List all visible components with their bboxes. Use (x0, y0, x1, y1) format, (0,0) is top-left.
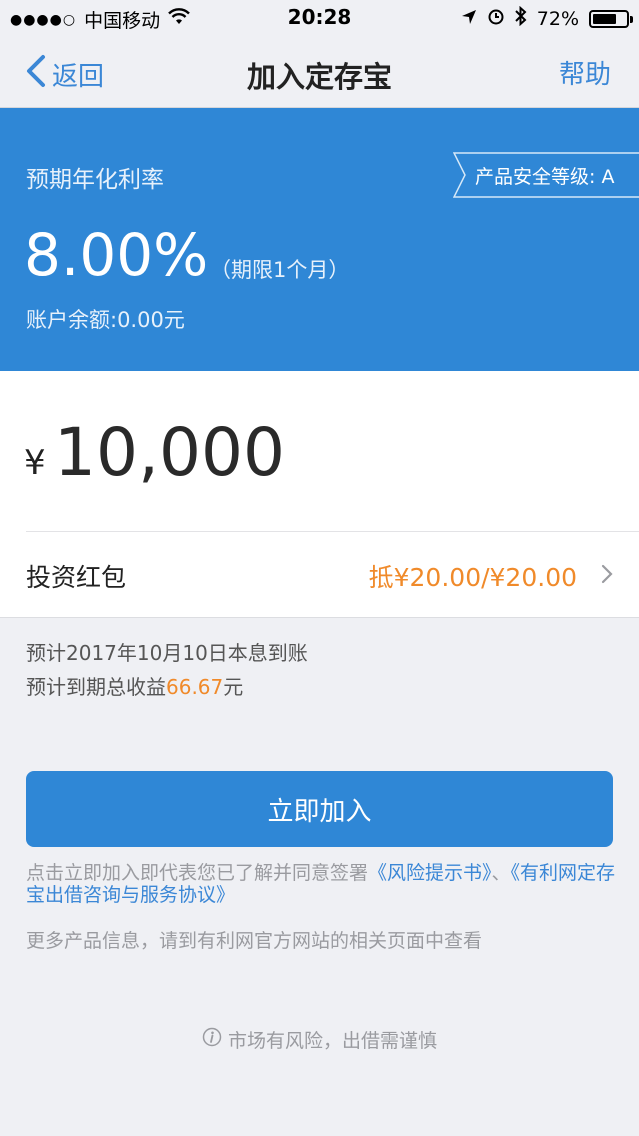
more-info-text: 更多产品信息，请到有利网官方网站的相关页面中查看 (26, 930, 483, 952)
safety-level-label: 产品安全等级: A (475, 166, 615, 188)
rate-term: （期限1个月） (210, 258, 350, 282)
alarm-icon (487, 7, 505, 30)
nav-bar: 返回 加入定存宝 帮助 (0, 36, 639, 108)
status-right: 72% (461, 5, 633, 31)
page-title: 加入定存宝 (246, 60, 392, 94)
join-now-button[interactable]: 立即加入 (26, 771, 613, 847)
account-balance: 账户余额:0.00元 (26, 308, 185, 332)
estimate-info: 预计2017年10月10日本息到账 预计到期总收益66.67元 (26, 636, 308, 704)
location-arrow-icon (461, 8, 477, 30)
coupon-row[interactable]: 投资红包 抵¥20.00/¥20.00 (0, 532, 639, 617)
rate-label: 预期年化利率 (26, 167, 164, 193)
estimate-arrival: 预计2017年10月10日本息到账 (26, 641, 308, 665)
amount-input[interactable]: 10,000 (54, 416, 285, 490)
bluetooth-icon (515, 5, 527, 31)
coupon-value: 抵¥20.00/¥20.00 (368, 563, 577, 592)
divider (0, 617, 639, 618)
chevron-right-icon (601, 564, 613, 588)
rate-value: 8.00% (24, 221, 209, 289)
help-button[interactable]: 帮助 (559, 54, 611, 91)
status-bar: ●●●●○ 中国移动 20:28 72% (0, 0, 639, 36)
estimate-income-value: 66.67 (166, 675, 224, 699)
amount-panel: ¥ 10,000 投资红包 抵¥20.00/¥20.00 (0, 371, 639, 617)
risk-notice-label: 市场有风险，出借需谨慎 (227, 1030, 437, 1052)
safety-level-badge: 产品安全等级: A (453, 152, 639, 198)
agreement-separator: 、 (491, 862, 511, 884)
currency-symbol: ¥ (24, 443, 46, 483)
info-icon (202, 1027, 222, 1052)
battery-fill (593, 13, 616, 24)
coupon-label: 投资红包 (26, 563, 127, 592)
rate-hero: 预期年化利率 产品安全等级: A 8.00% （期限1个月） 账户余额:0.00… (0, 108, 639, 371)
risk-notice: 市场有风险，出借需谨慎 (0, 1026, 639, 1053)
battery-percent: 72% (536, 7, 579, 30)
estimate-income-suffix: 元 (223, 675, 244, 699)
risk-notice-link[interactable]: 《风险提示书》 (368, 862, 492, 884)
estimate-income: 预计到期总收益66.67元 (26, 670, 308, 704)
battery-icon (589, 9, 633, 28)
estimate-income-prefix: 预计到期总收益 (26, 675, 166, 699)
agreement-prefix: 点击立即加入即代表您已了解并同意签署 (26, 862, 369, 884)
agreement-text: 点击立即加入即代表您已了解并同意签署《风险提示书》、《有利网定存宝出借咨询与服务… (26, 862, 616, 906)
